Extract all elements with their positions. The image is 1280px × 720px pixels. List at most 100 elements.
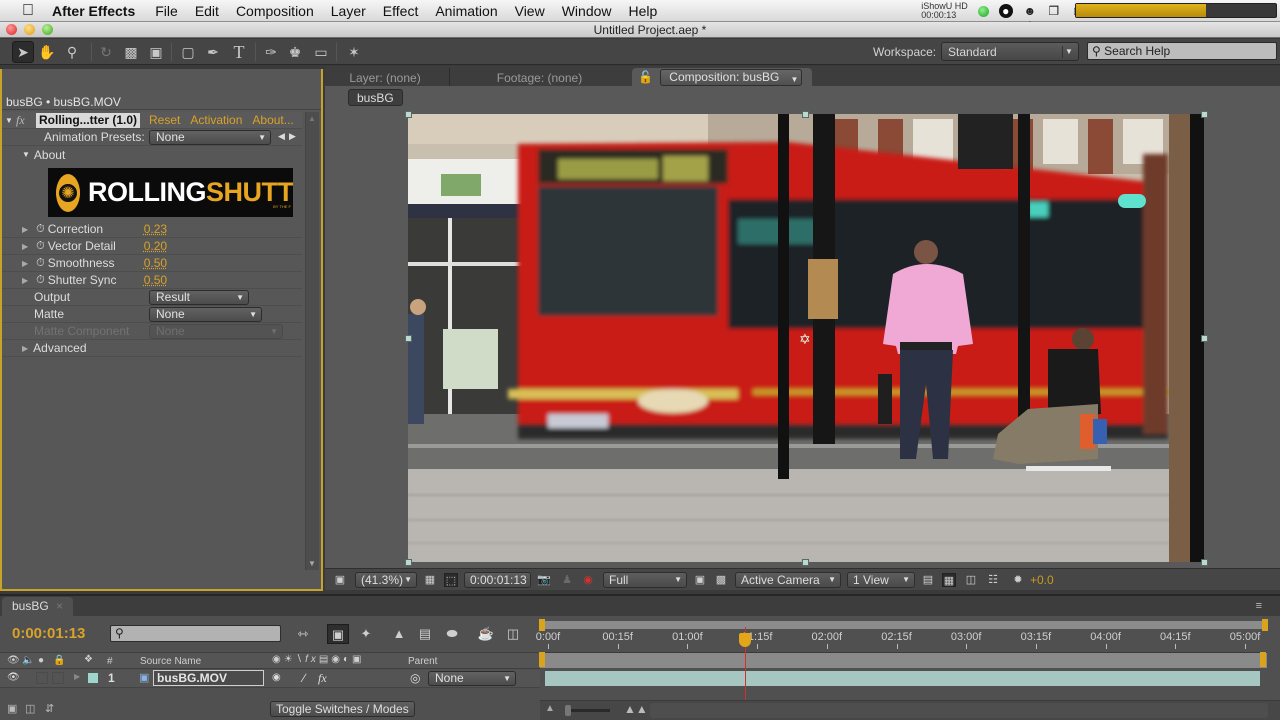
column-parent[interactable]: Parent (408, 656, 437, 667)
advanced-group-row[interactable]: ▶ Advanced (2, 340, 302, 357)
ishowu-status[interactable]: iShowU HD 00:00:13 (921, 2, 968, 20)
audio-toggle-icon[interactable]: 🔈 (22, 655, 34, 666)
reset-link[interactable]: Reset (149, 113, 180, 127)
zoom-out-icon[interactable]: ▲ (545, 703, 555, 714)
effect-controls-scrollbar[interactable]: ▲ ▼ (305, 112, 319, 570)
transparency-grid-icon[interactable]: ▩ (714, 573, 728, 587)
video-visibility-icon[interactable]: 👁 (7, 672, 20, 683)
about-group-row[interactable]: ▼ About (2, 146, 302, 163)
region-of-interest-icon[interactable]: ⬚ (444, 573, 458, 587)
view-layout-dropdown[interactable]: 1 View ▼ (847, 572, 915, 588)
puppet-pin-tool-icon[interactable]: ✶ (343, 41, 365, 63)
collapse-triangle-icon[interactable]: ▼ (2, 116, 16, 125)
timeline-current-time[interactable]: 0:00:01:13 (12, 625, 85, 642)
expand-layer-icon[interactable]: ▶ (74, 672, 80, 681)
brainstorm-icon[interactable]: ☕ (475, 624, 497, 644)
param-value[interactable]: 0.20 (144, 239, 167, 253)
stopwatch-icon[interactable]: ⏱ (36, 274, 45, 287)
workspace-select[interactable]: Standard ▼ (941, 42, 1079, 61)
transform-handle[interactable] (405, 335, 412, 342)
layer-label-color[interactable] (88, 673, 98, 683)
menu-edit[interactable]: Edit (195, 3, 219, 19)
work-area-end-handle[interactable] (1260, 652, 1266, 667)
previous-preset-icon[interactable]: ◀ (278, 131, 285, 142)
scroll-down-icon[interactable]: ▼ (308, 559, 316, 568)
composition-dropdown[interactable]: Composition: busBG ▼ (660, 69, 803, 86)
fast-preview-active-icon[interactable]: ▦ (942, 573, 956, 587)
timeline-search-input[interactable]: ⚲ (110, 625, 281, 642)
menu-composition[interactable]: Composition (236, 3, 314, 19)
quality-switch-icon[interactable]: ∕ (303, 671, 305, 685)
tab-composition[interactable]: 🔓 Composition: busBG▼ × (632, 68, 812, 100)
parent-dropdown[interactable]: None ▼ (428, 671, 516, 686)
tab-footage[interactable]: Footage: (none) (449, 68, 629, 88)
flowchart-icon[interactable]: ☷ (986, 573, 1000, 587)
hide-shy-layers-icon[interactable]: ▲ (388, 624, 410, 644)
navigator-start-handle[interactable] (539, 619, 545, 631)
transform-handle[interactable] (1201, 559, 1208, 566)
menu-effect[interactable]: Effect (383, 3, 419, 19)
timeline-zoom-slider-thumb[interactable] (565, 705, 571, 716)
scroll-up-icon[interactable]: ▲ (308, 114, 316, 123)
brush-tool-icon[interactable]: ✑ (260, 41, 282, 63)
column-source-name[interactable]: Source Name (140, 656, 201, 667)
timeline-zoom-slider[interactable] (565, 709, 610, 712)
timeline-horizontal-scrollbar[interactable] (650, 703, 1268, 718)
anchor-point-icon[interactable]: ✡ (799, 331, 811, 348)
current-time-display[interactable]: 0:00:01:13 (464, 572, 531, 588)
graph-editor-icon[interactable]: ◫ (502, 624, 524, 644)
channel-rgb-icon[interactable]: ◉ (581, 573, 595, 587)
rectangle-tool-icon[interactable]: ▢ (177, 41, 199, 63)
current-time-indicator-handle[interactable] (739, 633, 751, 647)
fx-icon[interactable]: fx (16, 113, 36, 128)
timeline-link-icon[interactable]: ◫ (964, 573, 978, 587)
pen-tool-icon[interactable]: ✒ (202, 41, 224, 63)
menu-help[interactable]: Help (629, 3, 658, 19)
title-action-safe-icon[interactable]: ▦ (423, 573, 437, 587)
label-tag-icon[interactable]: ❖ (84, 654, 93, 665)
about-link[interactable]: About... (252, 113, 293, 127)
video-toggle-icon[interactable]: 👁 (7, 655, 20, 666)
zoom-tool-icon[interactable]: ⚲ (61, 41, 83, 63)
layer-duration-bar[interactable] (545, 671, 1260, 686)
menu-file[interactable]: File (155, 3, 178, 19)
transform-handle[interactable] (405, 559, 412, 566)
expand-triangle-icon[interactable]: ▶ (22, 242, 28, 251)
work-area-bar[interactable] (540, 652, 1267, 668)
pixel-aspect-icon[interactable]: ▤ (921, 573, 935, 587)
pickwhip-icon[interactable]: ◎ (410, 671, 420, 685)
always-preview-icon[interactable]: ▣ (333, 573, 347, 587)
close-tab-icon[interactable]: × (56, 599, 63, 613)
type-tool-icon[interactable]: T (228, 41, 250, 63)
stopwatch-icon[interactable]: ⏱ (36, 223, 45, 236)
time-navigator-bar[interactable] (540, 621, 1267, 629)
toggle-switches-modes-button[interactable]: Toggle Switches / Modes (270, 701, 415, 717)
expand-triangle-icon[interactable]: ▶ (22, 344, 28, 353)
apple-menu-icon[interactable]:  (18, 2, 38, 20)
lock-icon[interactable]: ● (998, 4, 1013, 18)
pan-behind-tool-icon[interactable]: ▣ (145, 41, 167, 63)
effect-name[interactable]: Rolling...tter (1.0) (36, 112, 141, 128)
transform-handle[interactable] (1201, 111, 1208, 118)
transform-handle[interactable] (405, 111, 412, 118)
exposure-reset-icon[interactable]: ✹ (1011, 573, 1025, 587)
resolution-dropdown[interactable]: Full ▼ (603, 572, 687, 588)
expand-triangle-icon[interactable]: ▶ (22, 276, 28, 285)
transform-handle[interactable] (802, 559, 809, 566)
work-area-start-handle[interactable] (539, 652, 545, 667)
menu-app-name[interactable]: After Effects (52, 3, 135, 19)
expand-transfer-controls-icon[interactable]: ◫ (25, 702, 35, 715)
transform-handle[interactable] (802, 111, 809, 118)
magnification-dropdown[interactable]: (41.3%) ▼ (355, 572, 417, 588)
live-update-icon[interactable]: ▣ (327, 624, 349, 644)
param-value[interactable]: 0.50 (144, 256, 167, 270)
menu-animation[interactable]: Animation (435, 3, 497, 19)
show-snapshot-icon[interactable]: ♟ (560, 573, 574, 587)
exposure-value[interactable]: +0.0 (1030, 573, 1054, 587)
tab-layer[interactable]: Layer: (none) (325, 68, 445, 88)
solo-toggle-icon[interactable]: ● (38, 655, 44, 666)
expand-triangle-icon[interactable]: ▶ (22, 259, 28, 268)
zoom-in-icon[interactable]: ▲▲ (624, 702, 648, 716)
comp-breadcrumb[interactable]: busBG (348, 89, 403, 106)
motion-blur-icon[interactable]: ⬬ (441, 624, 463, 644)
